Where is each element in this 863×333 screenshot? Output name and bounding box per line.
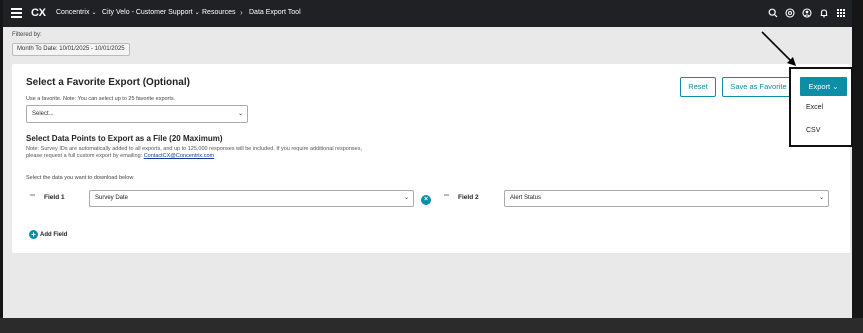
bottom-edge [0, 318, 863, 333]
note-line-2: please request a full custom export by e… [26, 153, 144, 159]
field-1-select[interactable]: Survey Date ⌄ [89, 190, 414, 207]
field-2-select[interactable]: Alert Status ⌄ [504, 190, 829, 207]
filtered-by-label: Filtered by: [12, 32, 42, 38]
export-menu-excel[interactable]: Excel [806, 104, 823, 111]
save-as-favorite-button[interactable]: Save as Favorite [722, 77, 795, 97]
add-field-label: Add Field [40, 231, 68, 238]
chevron-down-icon: ⌄ [832, 82, 839, 91]
nav-program-label: City Velo - Customer Support [102, 9, 193, 16]
chevron-down-icon: ⌄ [91, 10, 97, 16]
nav-concentrix-dropdown[interactable]: Concentrix ⌄ [56, 9, 97, 16]
chevron-down-icon: ⌄ [403, 195, 409, 201]
breadcrumb-separator: › [240, 8, 243, 17]
annotation-arrow-icon [761, 31, 796, 66]
chevron-down-icon: ⌄ [194, 10, 200, 16]
user-icon[interactable] [802, 8, 812, 18]
breadcrumb-current-page: Data Export Tool [249, 9, 301, 16]
export-label: Export [808, 82, 831, 91]
field-2-value: Alert Status [510, 195, 542, 201]
favorite-select-value: Select... [32, 111, 54, 117]
export-card: Select a Favorite Export (Optional) Use … [12, 64, 850, 253]
select-data-hint: Select the data you want to download bel… [26, 175, 134, 181]
app-logo[interactable]: CX [31, 7, 46, 19]
date-filter-chip[interactable]: Month To Date: 10/01/2025 - 10/01/2025 [12, 43, 130, 56]
grid-icon[interactable] [836, 8, 846, 18]
reset-button[interactable]: Reset [680, 77, 716, 97]
top-navigation-bar: CX Concentrix ⌄ City Velo - Customer Supp… [3, 0, 852, 27]
drag-handle-icon[interactable]: ═ [30, 192, 35, 199]
nav-program-dropdown[interactable]: City Velo - Customer Support ⌄ [102, 9, 200, 16]
data-points-note: Note: Survey IDs are automatically added… [26, 146, 446, 160]
plus-circle-icon: + [29, 230, 38, 239]
chevron-down-icon: ⌄ [818, 195, 824, 201]
field-1-value: Survey Date [95, 195, 129, 201]
chevron-down-icon: ⌄ [237, 111, 243, 117]
field-1-label: Field 1 [44, 194, 65, 201]
export-button[interactable]: Export ⌄ [800, 77, 847, 96]
page-content: Filtered by: Month To Date: 10/01/2025 -… [3, 27, 852, 318]
favorite-export-title: Select a Favorite Export (Optional) [26, 77, 190, 88]
favorite-export-hint: Use a favorite. Note: You can select up … [26, 96, 176, 102]
help-icon[interactable] [785, 8, 795, 18]
data-points-title: Select Data Points to Export as a File (… [26, 134, 223, 143]
remove-field-1-icon[interactable]: × [421, 195, 431, 205]
hamburger-menu-icon[interactable] [11, 8, 22, 18]
favorite-export-select[interactable]: Select... ⌄ [26, 105, 248, 123]
field-2-label: Field 2 [458, 194, 479, 201]
note-line-1: Note: Survey IDs are automatically added… [26, 146, 363, 152]
bell-icon[interactable] [819, 8, 829, 18]
export-menu-csv[interactable]: CSV [806, 127, 820, 134]
breadcrumb-resources[interactable]: Resources [202, 9, 235, 16]
contact-email-link[interactable]: ContactCX@Concentrix.com [144, 153, 214, 159]
search-icon[interactable] [768, 8, 778, 18]
right-edge [852, 0, 863, 333]
nav-concentrix-label: Concentrix [56, 9, 90, 16]
add-field-button[interactable]: + Add Field [29, 230, 67, 239]
drag-handle-icon[interactable]: ═ [444, 192, 449, 199]
